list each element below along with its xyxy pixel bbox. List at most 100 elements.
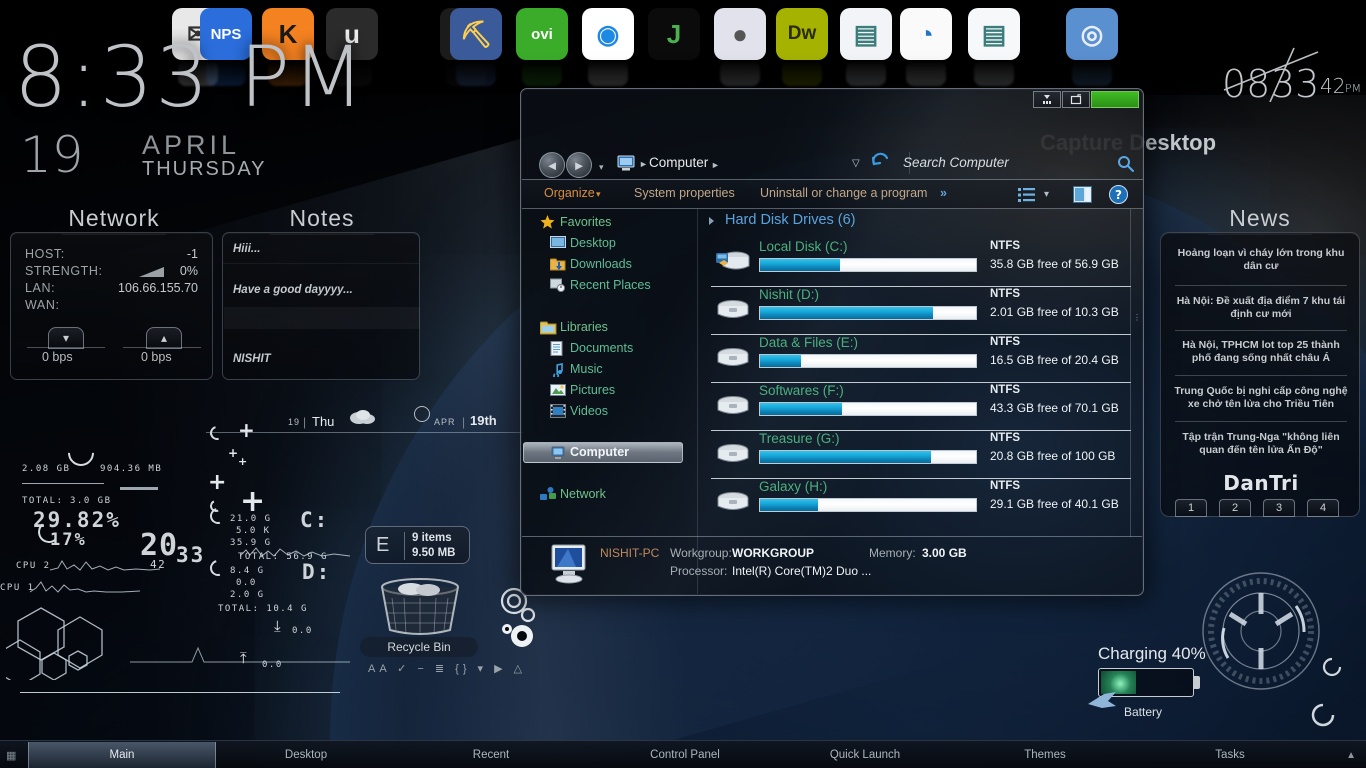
breadcrumb-separator-2[interactable]: ► [711, 160, 720, 170]
ram-used-value: 2.08 GB [22, 464, 70, 474]
news-item-2[interactable]: Hà Nội: Đề xuất địa điểm 7 khu tái định … [1172, 295, 1350, 321]
history-dropdown-button[interactable]: ▾ [599, 162, 604, 173]
sidebar-item-documents[interactable]: Documents [570, 341, 633, 355]
sidebar-item-favorites[interactable]: Favorites [560, 215, 611, 229]
recycle-bin-label: Recycle Bin [360, 637, 478, 657]
download-rate-button[interactable]: ▾ [48, 327, 84, 349]
cd-icon[interactable]: ● [714, 8, 766, 60]
drive-row-f[interactable]: Softwares (F:) NTFS 43.3 GB free of 70.1… [707, 383, 1135, 430]
windows-explorer-window[interactable]: ◄ ► ▾ ► Computer ► ▽ Search Computer [520, 88, 1144, 596]
driveC-graph [240, 544, 350, 558]
jetaudio-icon-glyph: J [648, 8, 700, 60]
organize-caret-icon[interactable]: ▾ [596, 189, 601, 200]
cloud-icon [348, 407, 378, 430]
news-item-5[interactable]: Tập trận Trung-Nga "không liên quan đến … [1172, 431, 1350, 457]
taskbar-tab-themes[interactable]: Themes [995, 742, 1095, 768]
camera-icon[interactable]: ◎ [1066, 8, 1118, 60]
search-input[interactable]: Search Computer [903, 155, 1009, 170]
tray-expand-icon[interactable]: ▲ [1346, 750, 1356, 761]
breadcrumb-separator-1[interactable]: ► [639, 159, 648, 169]
tuneup-icon[interactable]: ◔ [900, 8, 952, 60]
close-button[interactable] [1091, 91, 1139, 108]
news-item-4[interactable]: Trung Quốc bị nghi cấp công nghệ xe chở … [1172, 385, 1350, 411]
drive-row-g[interactable]: Treasure (G:) NTFS 20.8 GB free of 100 G… [707, 431, 1135, 478]
hud-plus-1: + [238, 418, 255, 442]
drive-row-d[interactable]: Nishit (D:) NTFS 2.01 GB free of 10.3 GB [707, 287, 1135, 334]
view-dropdown-caret-icon[interactable]: ▾ [1044, 189, 1049, 200]
sidebar-item-libraries[interactable]: Libraries [560, 320, 608, 334]
moon-icon [414, 406, 430, 422]
drive-name-g: Treasure (G:) [759, 431, 840, 446]
system-properties-button[interactable]: System properties [634, 186, 735, 200]
uninstall-change-program-button[interactable]: Uninstall or change a program [760, 186, 927, 200]
sidebar-item-desktop[interactable]: Desktop [570, 236, 616, 250]
battery-label: Battery [1124, 705, 1162, 719]
start-menu-icon[interactable]: ▦ [6, 749, 16, 762]
ovi-icon[interactable]: ovi [516, 8, 568, 60]
back-button[interactable]: ◄ [539, 152, 565, 178]
news-page-2[interactable]: 2 [1219, 499, 1251, 517]
restore-button[interactable] [1062, 91, 1090, 108]
worker-icon-reflection [456, 60, 496, 86]
taskbar-tab-quick-launch[interactable]: Quick Launch [810, 742, 920, 768]
forward-button[interactable]: ► [566, 152, 592, 178]
news-page-1[interactable]: 1 [1175, 499, 1207, 517]
group-collapse-icon[interactable] [709, 217, 714, 225]
more-commands-button[interactable]: » [940, 186, 947, 200]
hud-big-minute: 33 [176, 543, 205, 567]
explorer-content-pane[interactable]: Hard Disk Drives (6) Local Disk (C:) [699, 209, 1129, 537]
sidebar-item-recent-places[interactable]: Recent Places [570, 278, 651, 292]
scroll-thumb[interactable]: ⋮ [1133, 313, 1141, 322]
drive-row-c[interactable]: Local Disk (C:) NTFS 35.8 GB free of 56.… [707, 239, 1135, 286]
chrome-icon[interactable]: ◉ [582, 8, 634, 60]
ram-free-value: 904.36 MB [100, 464, 162, 474]
dreamweaver-icon[interactable]: Dw [776, 8, 828, 60]
help-icon[interactable]: ? [1109, 185, 1128, 209]
news-page-4[interactable]: 4 [1307, 499, 1339, 517]
edrive-widget[interactable]: E 9 items 9.50 MB [365, 526, 470, 564]
address-dropdown-icon[interactable]: ▽ [852, 158, 860, 169]
sidebar-item-downloads[interactable]: Downloads [570, 257, 632, 271]
taskbar-tab-desktop[interactable]: Desktop [256, 742, 356, 768]
refresh-icon[interactable] [871, 152, 891, 175]
drive-row-e[interactable]: Data & Files (E:) NTFS 16.5 GB free of 2… [707, 335, 1135, 382]
sidebar-item-network[interactable]: Network [560, 487, 606, 501]
view-list-icon[interactable] [1018, 187, 1035, 208]
sidebar-item-pictures[interactable]: Pictures [570, 383, 615, 397]
network-widget[interactable]: HOST: -1 STRENGTH: 0% LAN: 106.66.155.70… [10, 232, 213, 380]
recycle-bin-icon[interactable] [378, 578, 462, 641]
downloads-icon [550, 257, 566, 271]
vertical-scrollbar[interactable]: ⋮ [1130, 209, 1141, 537]
weather-day-number: 19 [288, 417, 300, 427]
search-icon[interactable] [1117, 155, 1135, 178]
hud-plus-4: + [208, 470, 226, 495]
hard-disk-drives-group-header[interactable]: Hard Disk Drives (6) [725, 212, 856, 228]
tray-clock-hour: 08 [1222, 62, 1270, 106]
taskbar-tab-recent[interactable]: Recent [441, 742, 541, 768]
breadcrumb-computer[interactable]: Computer [649, 155, 708, 170]
news-item-1[interactable]: Hoảng loạn vì cháy lớn trong khu dân cư [1172, 247, 1350, 273]
taskbar[interactable]: ▦ ▲ Main Desktop Recent Control Panel Quick … [0, 740, 1366, 768]
window-icon[interactable]: ▤ [840, 8, 892, 60]
preview-pane-icon[interactable] [1073, 186, 1092, 208]
news-page-3[interactable]: 3 [1263, 499, 1295, 517]
minimize-button[interactable] [1033, 91, 1061, 108]
upload-rate-button[interactable]: ▴ [146, 327, 182, 349]
explorer-icon[interactable]: ▤ [968, 8, 1020, 60]
taskbar-tab-control-panel[interactable]: Control Panel [625, 742, 745, 768]
news-widget[interactable]: Hoảng loạn vì cháy lớn trong khu dân cư … [1160, 232, 1360, 517]
taskbar-tab-main[interactable]: Main [28, 742, 216, 768]
news-item-3[interactable]: Hà Nội, TPHCM lot top 25 thành phố đang … [1172, 339, 1350, 365]
worker-icon[interactable]: ⛏ [450, 8, 502, 60]
notes-widget[interactable]: Hiii... Have a good dayyyy... NISHIT [222, 232, 420, 380]
computer-icon-sidebar [550, 446, 566, 460]
sidebar-item-videos[interactable]: Videos [570, 404, 608, 418]
download-arrow-icon: ⤓ [274, 618, 281, 635]
sidebar-item-music[interactable]: Music [570, 362, 603, 376]
drive-row-h[interactable]: Galaxy (H:) NTFS 29.1 GB free of 40.1 GB [707, 479, 1135, 526]
jetaudio-icon[interactable]: J [648, 8, 700, 60]
taskbar-tab-tasks[interactable]: Tasks [1180, 742, 1280, 768]
organize-button[interactable]: Organize [544, 186, 595, 200]
desktop-mini-toolbar[interactable]: AA ✓ − ≣ {} ▾ ▶ △ [368, 662, 526, 675]
memory-value: 3.00 GB [922, 546, 967, 560]
